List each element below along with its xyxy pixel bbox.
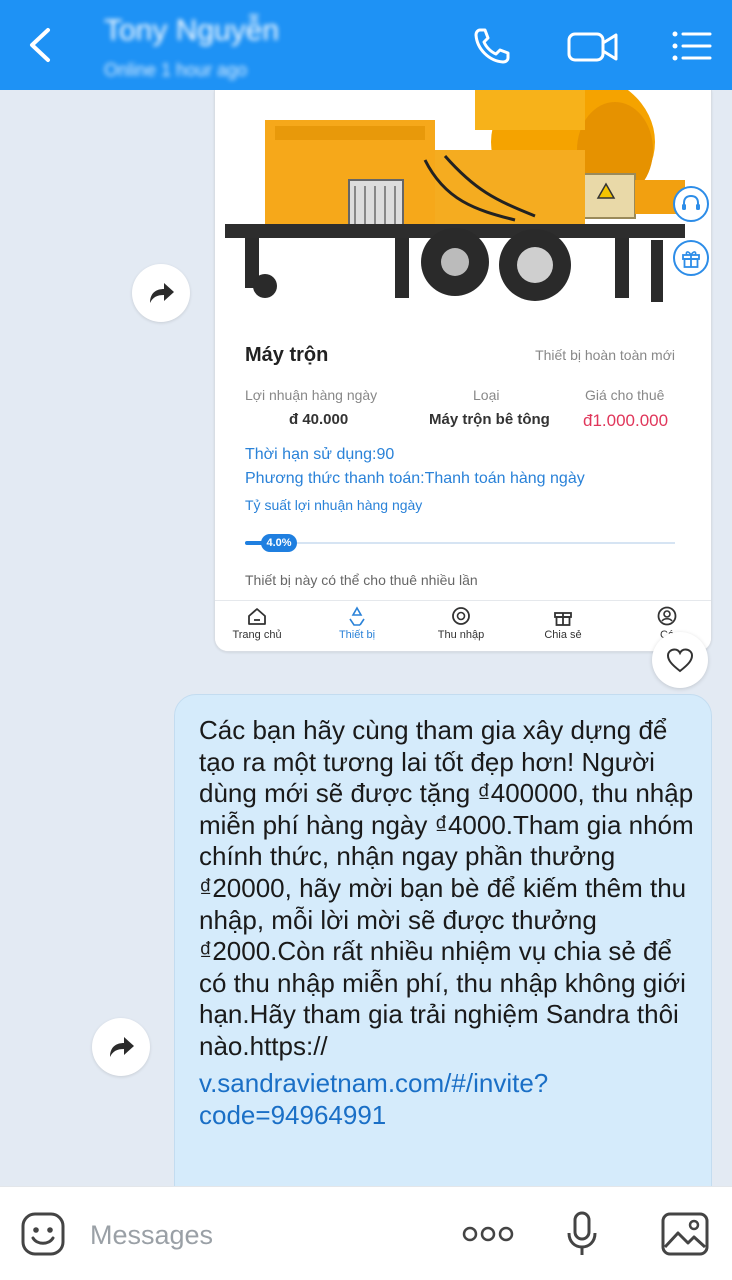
daily-profit-value: đ 40.000 (289, 411, 349, 428)
forward-button[interactable] (132, 264, 190, 322)
phone-call-icon[interactable] (470, 24, 518, 68)
rental-price-value: đ1.000.000 (583, 411, 669, 430)
video-call-icon[interactable] (566, 24, 620, 68)
nav-income[interactable]: Thu nhập (421, 605, 501, 641)
yield-label: Tỷ suất lợi nhuận hàng ngày (245, 497, 423, 513)
more-options-icon[interactable] (460, 1209, 516, 1259)
nav-home-label: Trang chủ (232, 629, 282, 641)
gift-button[interactable] (673, 240, 709, 276)
emoji-icon[interactable] (18, 1209, 68, 1259)
chat-header: Tony Nguyễn Online 1 hour ago (0, 0, 732, 90)
contact-name[interactable]: Tony Nguyễn (104, 14, 279, 48)
home-icon (248, 608, 266, 625)
income-icon (452, 607, 470, 625)
heart-icon (666, 648, 694, 673)
menu-list-icon[interactable] (668, 24, 716, 68)
message-text: Các bạn hãy cùng tham gia xây dựng để tạ… (199, 715, 694, 1061)
usage-period: Thời hạn sử dụng:90 (245, 446, 395, 463)
message-composer (0, 1186, 732, 1280)
type-value: Máy trộn bê tông (429, 411, 550, 428)
back-chevron-icon[interactable] (20, 22, 60, 68)
rental-price-label: Giá cho thuê (585, 387, 665, 403)
share-arrow-icon (110, 1037, 134, 1057)
text-message-bubble[interactable]: Các bạn hãy cùng tham gia xây dựng để tạ… (174, 694, 712, 1186)
product-condition: Thiết bị hoàn toàn mới (535, 347, 675, 363)
nav-home[interactable]: Trang chủ (217, 605, 297, 641)
daily-profit-label: Lợi nhuận hàng ngày (245, 387, 378, 403)
forward-button-2[interactable] (92, 1018, 150, 1076)
concrete-mixer-image (215, 90, 711, 316)
message-input[interactable] (90, 1215, 430, 1255)
nav-income-label: Thu nhập (437, 629, 485, 641)
yield-progress-badge: 4.0% (261, 534, 297, 552)
nav-devices[interactable]: Thiết bị (317, 605, 397, 641)
microphone-icon[interactable] (562, 1209, 602, 1259)
profile-icon (657, 606, 677, 626)
nav-share-label: Chia sẻ (544, 629, 582, 641)
rental-note: Thiết bị này có thể cho thuê nhiều lần (245, 572, 478, 588)
chat-area[interactable]: Máy trộn Thiết bị hoàn toàn mới Lợi nhuậ… (0, 90, 732, 1186)
support-button[interactable] (673, 186, 709, 222)
yield-progress-bar (245, 541, 675, 545)
invite-link[interactable]: v.sandravietnam.com/#/invite?code=949649… (199, 1068, 699, 1131)
contact-status: Online 1 hour ago (104, 60, 248, 80)
gift-icon (554, 612, 572, 626)
recycle-icon (349, 606, 365, 626)
share-arrow-icon (150, 283, 174, 303)
image-message[interactable]: Máy trộn Thiết bị hoàn toàn mới Lợi nhuậ… (214, 90, 712, 652)
nav-devices-label: Thiết bị (338, 629, 376, 641)
type-label: Loại (473, 387, 500, 403)
image-gallery-icon[interactable] (658, 1209, 712, 1259)
react-heart-button[interactable] (652, 632, 708, 688)
product-name: Máy trộn (245, 344, 329, 366)
headset-icon (682, 194, 700, 210)
gift-icon (682, 251, 700, 268)
payment-method: Phương thức thanh toán:Thanh toán hàng n… (245, 470, 585, 487)
app-bottom-nav: Trang chủ Thiết bị Thu nhập Chia sẻ (215, 600, 711, 651)
nav-share[interactable]: Chia sẻ (523, 605, 603, 641)
